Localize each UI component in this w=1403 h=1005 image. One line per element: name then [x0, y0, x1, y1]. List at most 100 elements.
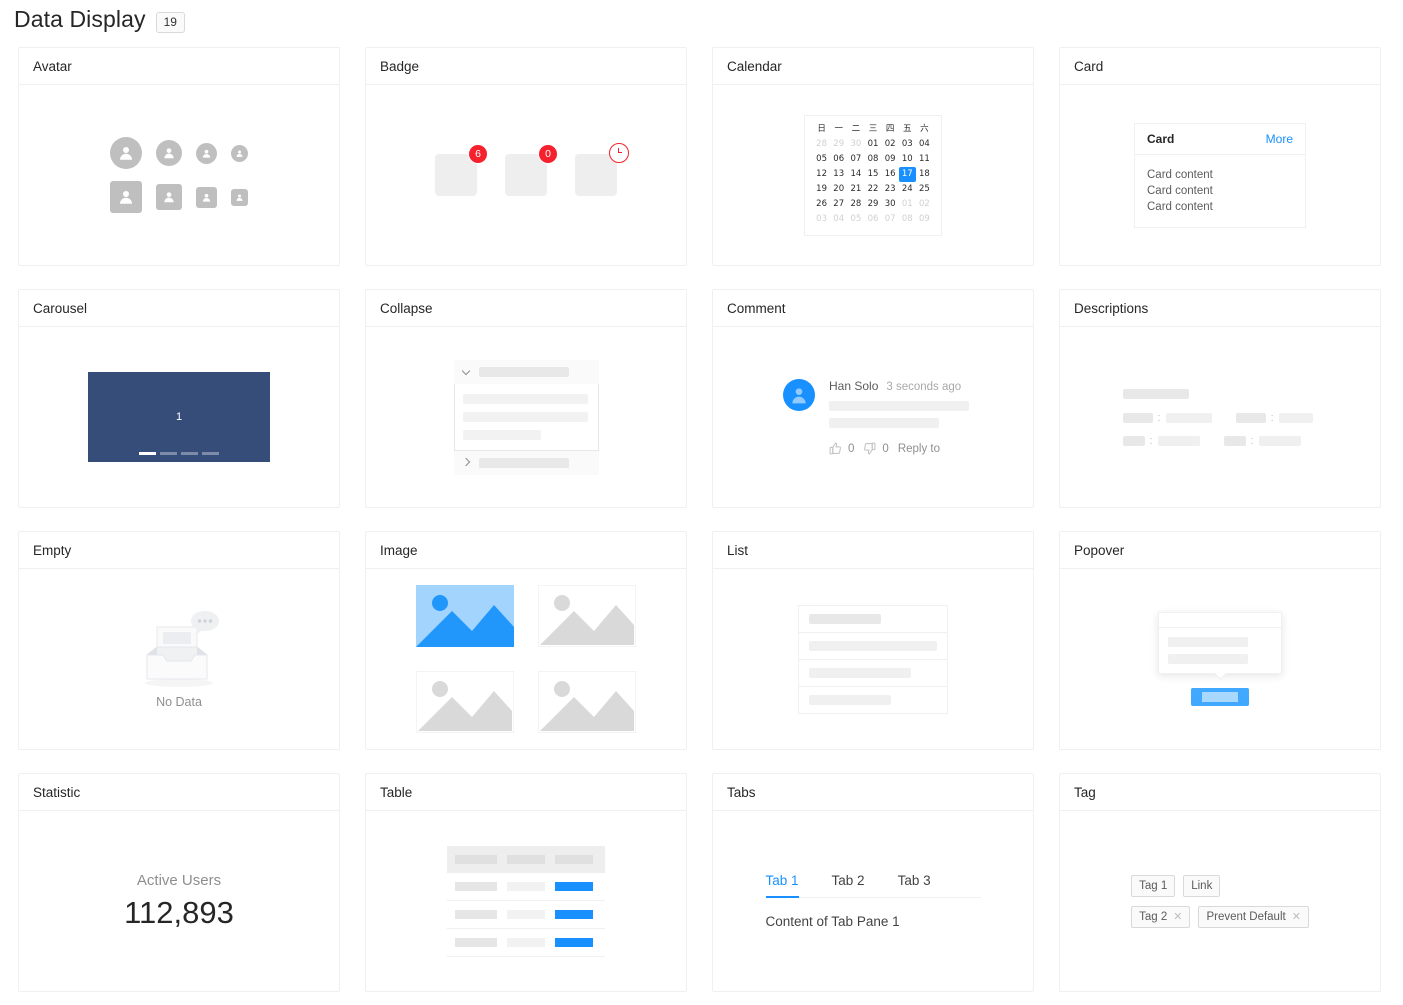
calendar-day[interactable]: 02: [916, 197, 933, 212]
popover-trigger-button[interactable]: [1191, 688, 1249, 706]
card-avatar: Avatar: [18, 47, 340, 266]
calendar-day[interactable]: 08: [899, 212, 916, 227]
calendar-day[interactable]: 28: [847, 197, 864, 212]
calendar-day[interactable]: 06: [830, 152, 847, 167]
avatar[interactable]: [110, 181, 142, 213]
avatar[interactable]: [196, 186, 217, 208]
calendar-day[interactable]: 09: [916, 212, 933, 227]
calendar-day[interactable]: 07: [847, 152, 864, 167]
list-item[interactable]: [799, 606, 947, 633]
calendar-day[interactable]: 03: [899, 137, 916, 152]
list-item[interactable]: [799, 633, 947, 660]
calendar-day[interactable]: 16: [882, 167, 899, 182]
card-tabs-body: Tab 1 Tab 2 Tab 3 Content of Tab Pane 1: [713, 811, 1033, 991]
tag-link[interactable]: Link: [1183, 874, 1221, 897]
calendar-day[interactable]: 30: [847, 137, 864, 152]
table-row[interactable]: [447, 901, 605, 929]
tab-1[interactable]: Tab 1: [765, 873, 799, 898]
avatar[interactable]: [783, 379, 815, 411]
table-action-link[interactable]: [555, 909, 593, 919]
badge-count: 0: [539, 145, 557, 163]
calendar-day[interactable]: 22: [864, 182, 881, 197]
tag-item[interactable]: Tag 1: [1131, 874, 1176, 897]
calendar-day[interactable]: 07: [882, 212, 899, 227]
card-badge-body: 6 0: [366, 85, 686, 265]
avatar[interactable]: [196, 142, 217, 164]
calendar-day[interactable]: 06: [864, 212, 881, 227]
calendar-day[interactable]: 20: [830, 182, 847, 197]
table-cell-placeholder: [455, 909, 497, 919]
calendar-day[interactable]: 04: [830, 212, 847, 227]
badge-item[interactable]: 6: [435, 145, 487, 196]
tab-3[interactable]: Tab 3: [898, 873, 931, 897]
avatar[interactable]: [231, 188, 248, 206]
calendar-day[interactable]: 01: [899, 197, 916, 212]
calendar-day[interactable]: 18: [916, 167, 933, 182]
calendar-day[interactable]: 11: [916, 152, 933, 167]
carousel-dot[interactable]: [181, 452, 198, 455]
badge-item[interactable]: [575, 143, 629, 196]
image-thumbnail-placeholder[interactable]: [538, 671, 636, 733]
close-icon[interactable]: ✕: [1292, 909, 1301, 925]
calendar-day[interactable]: 05: [813, 152, 830, 167]
tag-item-closable[interactable]: Tag 2 ✕: [1131, 905, 1191, 928]
like-button[interactable]: 0: [829, 442, 854, 455]
calendar-day[interactable]: 01: [864, 137, 881, 152]
table-row[interactable]: [447, 873, 605, 901]
calendar-day[interactable]: 03: [813, 212, 830, 227]
carousel-widget[interactable]: 1: [88, 372, 270, 462]
descriptions-item: :: [1223, 435, 1301, 446]
tag-item-prevent-default[interactable]: Prevent Default ✕: [1198, 905, 1309, 928]
list-item[interactable]: [799, 687, 947, 713]
badge-item[interactable]: 0: [505, 145, 557, 196]
avatar[interactable]: [110, 137, 142, 169]
calendar-day[interactable]: 13: [830, 167, 847, 182]
calendar-day[interactable]: 10: [899, 152, 916, 167]
dislike-button[interactable]: 0: [863, 442, 889, 455]
calendar-day[interactable]: 09: [882, 152, 899, 167]
table-row[interactable]: [447, 929, 605, 957]
comment-author[interactable]: Han Solo: [829, 379, 878, 393]
avatar[interactable]: [231, 144, 248, 162]
table-action-link[interactable]: [555, 937, 593, 947]
calendar-day[interactable]: 29: [864, 197, 881, 212]
tab-2[interactable]: Tab 2: [832, 873, 865, 897]
carousel-dot[interactable]: [160, 452, 177, 455]
calendar-day[interactable]: 04: [916, 137, 933, 152]
calendar-day[interactable]: 05: [847, 212, 864, 227]
image-thumbnail-primary[interactable]: [416, 585, 514, 647]
close-icon[interactable]: ✕: [1173, 909, 1182, 925]
reply-link[interactable]: Reply to: [898, 443, 940, 455]
calendar-day[interactable]: 27: [830, 197, 847, 212]
collapse-panel-header-collapsed[interactable]: [453, 450, 599, 475]
carousel-dot[interactable]: [139, 452, 156, 455]
calendar-day[interactable]: 19: [813, 182, 830, 197]
calendar-day[interactable]: 08: [864, 152, 881, 167]
image-thumbnail-placeholder[interactable]: [416, 671, 514, 733]
calendar-day[interactable]: 24: [899, 182, 916, 197]
card-empty: Empty No Data: [18, 531, 340, 750]
calendar-day[interactable]: 02: [882, 137, 899, 152]
list-item[interactable]: [799, 660, 947, 687]
more-link[interactable]: More: [1266, 132, 1293, 146]
calendar-day[interactable]: 25: [916, 182, 933, 197]
calendar-day[interactable]: 29: [830, 137, 847, 152]
calendar-day[interactable]: 15: [864, 167, 881, 182]
calendar-day[interactable]: 14: [847, 167, 864, 182]
avatar[interactable]: [156, 140, 182, 166]
carousel-dots[interactable]: [139, 452, 219, 455]
table-action-link[interactable]: [555, 881, 593, 891]
calendar-day[interactable]: 26: [813, 197, 830, 212]
calendar-day[interactable]: 28: [813, 137, 830, 152]
calendar-day[interactable]: 30: [882, 197, 899, 212]
calendar-day[interactable]: 23: [882, 182, 899, 197]
calendar-widget[interactable]: 日一二三四五六 28 29 30 01 02 03 04 05 06 07 08 09 10 11 12 13…: [804, 114, 942, 236]
image-thumbnail-placeholder[interactable]: [538, 585, 636, 647]
carousel-dot[interactable]: [202, 452, 219, 455]
calendar-day-selected[interactable]: 17: [898, 166, 916, 182]
calendar-day[interactable]: 12: [813, 167, 830, 182]
collapse-panel-header-expanded[interactable]: [453, 359, 599, 384]
avatar[interactable]: [156, 184, 182, 210]
calendar-day[interactable]: 21: [847, 182, 864, 197]
calendar-day-grid[interactable]: 28 29 30 01 02 03 04 05 06 07 08 09 10 11 12 13 14 15 16 17…: [813, 137, 933, 227]
